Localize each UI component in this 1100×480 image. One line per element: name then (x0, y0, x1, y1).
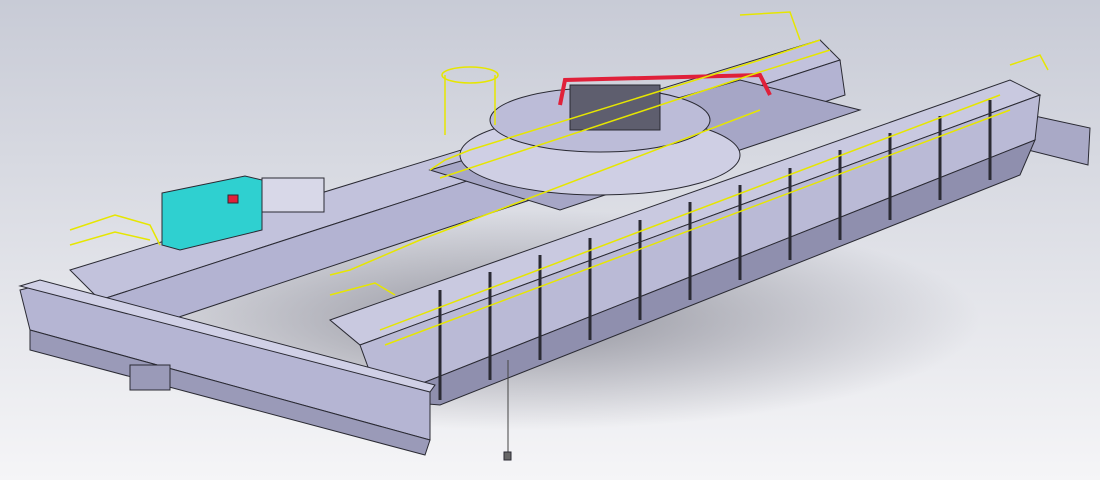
cabinet-panel (261, 177, 325, 213)
support-block (129, 364, 171, 391)
crane-cad-render (0, 0, 1100, 480)
hoist-machinery (569, 84, 661, 131)
cabinet-red-indicator (227, 194, 239, 204)
hook-block (503, 451, 512, 461)
